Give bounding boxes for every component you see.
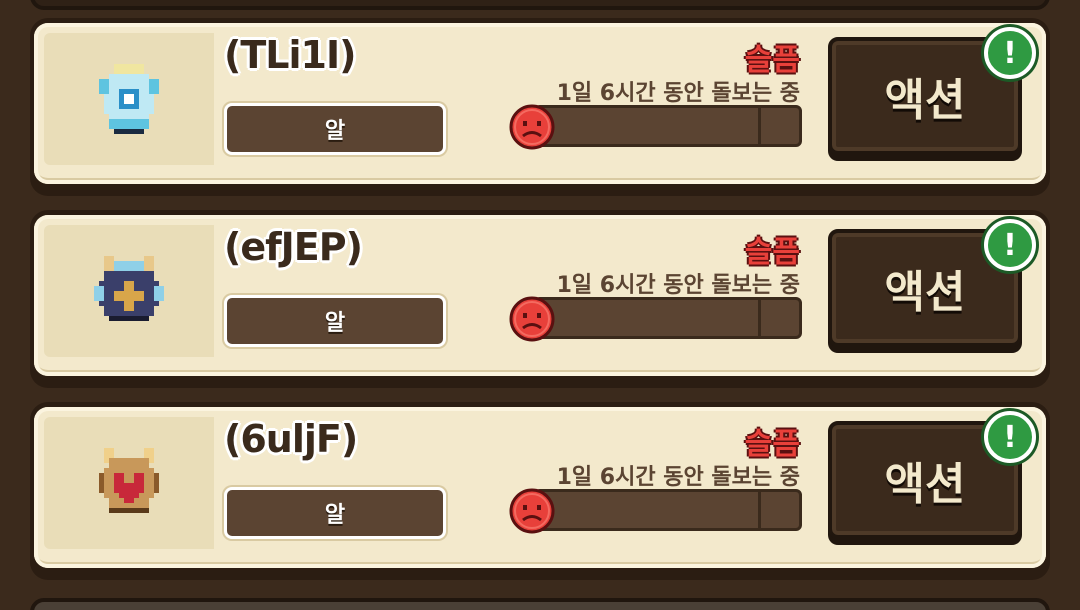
egg-dark-horned-icon: [94, 256, 164, 321]
mood-label: 슬픔: [744, 235, 800, 270]
pet-card-face: (efJEP) 알 슬픔 1일 6시간 동안 돌보는 중 액션 !: [34, 215, 1046, 376]
alert-icon: !: [984, 411, 1036, 463]
pet-card: (TLi1I) 알 슬픔 1일 6시간 동안 돌보는 중 액션 !: [30, 18, 1050, 196]
pet-name: (TLi1I): [224, 33, 356, 77]
pet-type-badge: 알: [224, 295, 446, 347]
mood-label: 슬픔: [744, 427, 800, 462]
alert-icon: !: [984, 27, 1036, 79]
pet-card: (6uljF) 알 슬픔 1일 6시간 동안 돌보는 중 액션 !: [30, 402, 1050, 580]
pet-portrait: [44, 417, 214, 549]
sad-face-icon: [509, 104, 555, 150]
pet-portrait: [44, 33, 214, 165]
alert-icon: !: [984, 219, 1036, 271]
care-duration: 1일 6시간 동안 돌보는 중: [556, 465, 800, 490]
pet-type-badge: 알: [224, 103, 446, 155]
care-duration: 1일 6시간 동안 돌보는 중: [556, 81, 800, 106]
pet-list-screen: (TLi1I) 알 슬픔 1일 6시간 동안 돌보는 중 액션 ! (efJEP…: [0, 0, 1080, 610]
care-duration: 1일 6시간 동안 돌보는 중: [556, 273, 800, 298]
mood-gauge: [534, 489, 802, 531]
mood-gauge: [534, 297, 802, 339]
pet-name: (6uljF): [224, 417, 358, 461]
pet-card-face: (TLi1I) 알 슬픔 1일 6시간 동안 돌보는 중 액션 !: [34, 23, 1046, 184]
next-card-edge: [30, 598, 1050, 610]
sad-face-icon: [509, 296, 555, 342]
previous-card-edge: [30, 0, 1050, 10]
mood-label: 슬픔: [744, 43, 800, 78]
pet-type-badge: 알: [224, 487, 446, 539]
egg-ice-crystal-icon: [99, 64, 159, 134]
pet-portrait: [44, 225, 214, 357]
egg-golden-heart-icon: [99, 448, 159, 513]
pet-card-face: (6uljF) 알 슬픔 1일 6시간 동안 돌보는 중 액션 !: [34, 407, 1046, 568]
sad-face-icon: [509, 488, 555, 534]
pet-name: (efJEP): [224, 225, 363, 269]
pet-card: (efJEP) 알 슬픔 1일 6시간 동안 돌보는 중 액션 !: [30, 210, 1050, 388]
mood-gauge: [534, 105, 802, 147]
